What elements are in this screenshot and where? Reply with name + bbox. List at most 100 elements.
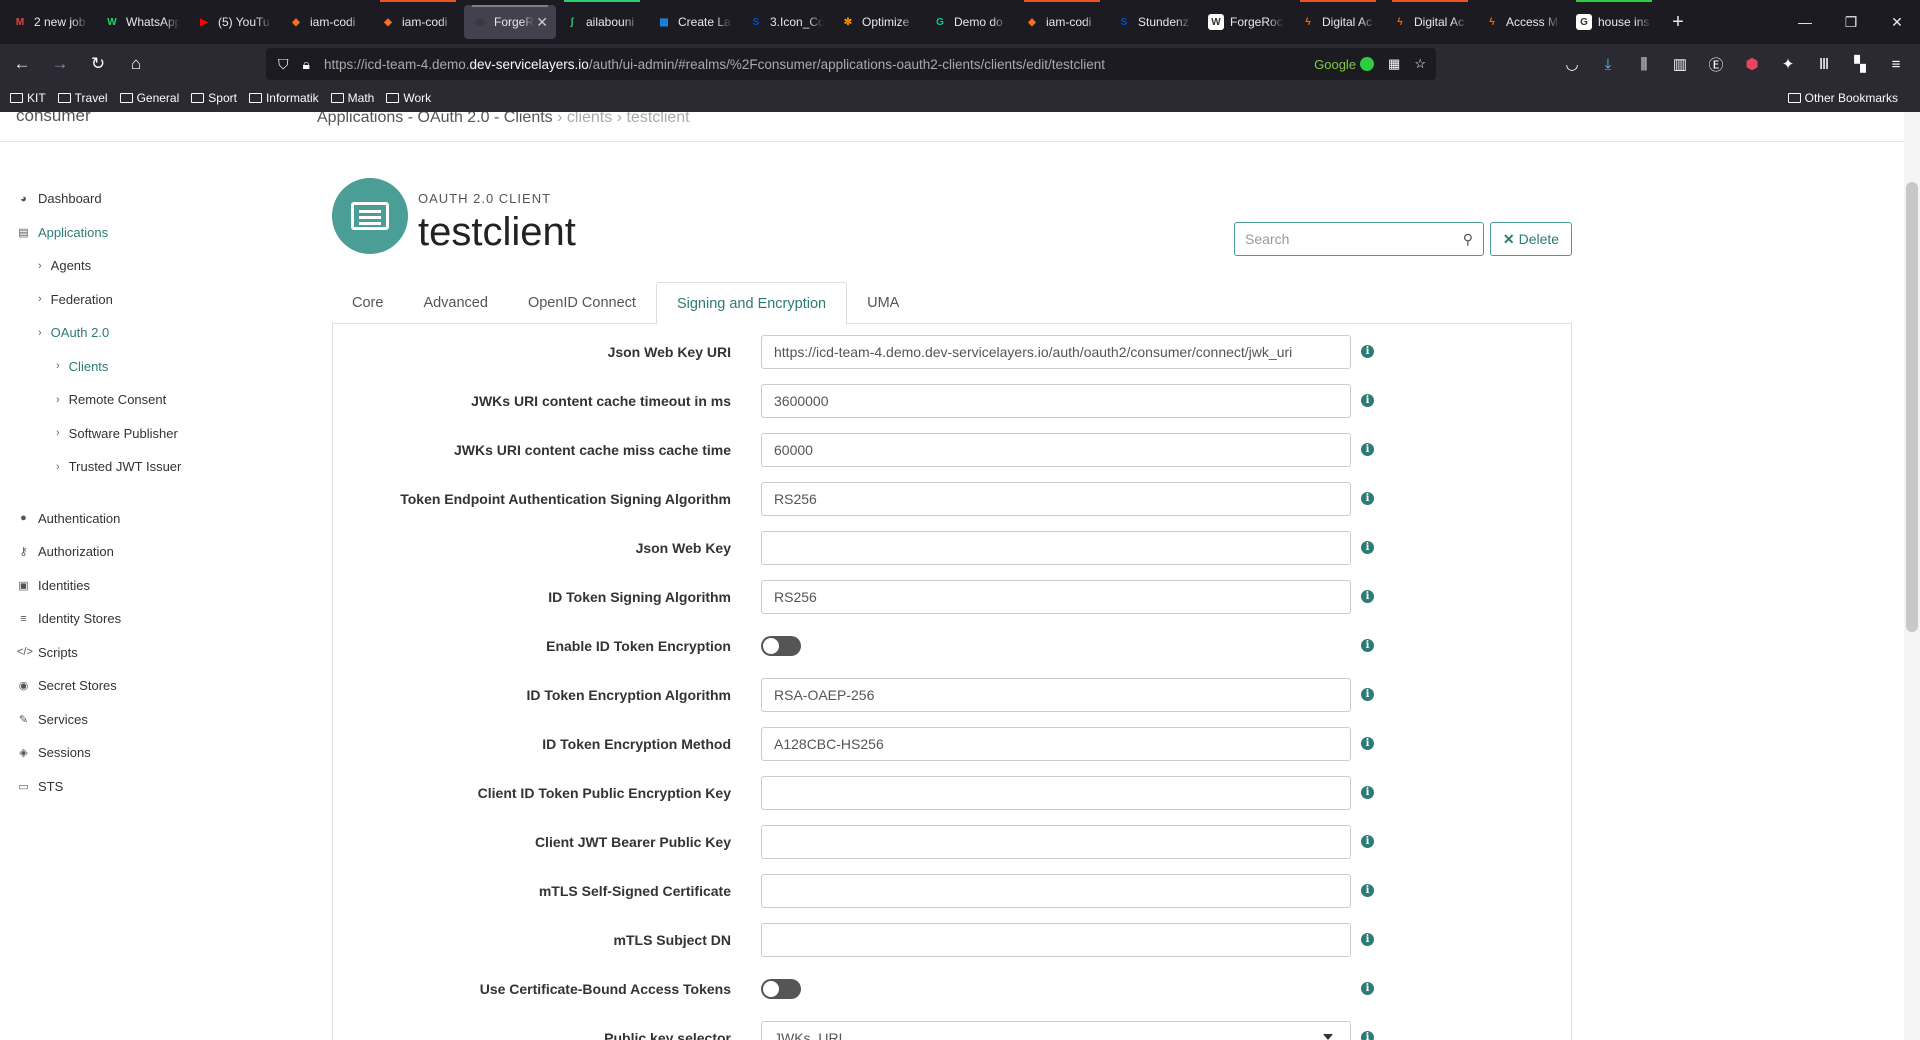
bookmark-star-icon[interactable]: ☆ — [1414, 56, 1426, 72]
tab-uma[interactable]: UMA — [847, 282, 919, 324]
sidebar-item-agents[interactable]: › Agents — [0, 249, 300, 283]
browser-tab[interactable]: ϟ Digital Ac — [1384, 0, 1476, 44]
sidebar-item-software-publisher[interactable]: › Software Publisher — [0, 417, 300, 451]
realm-name[interactable]: consumer — [16, 112, 91, 126]
extensions-icon[interactable]: ▚ — [1844, 48, 1876, 80]
info-icon[interactable]: i — [1361, 737, 1374, 750]
download-icon[interactable]: ⤓ — [1592, 48, 1624, 80]
json-web-key-input[interactable] — [761, 531, 1351, 565]
info-icon[interactable]: i — [1361, 933, 1374, 946]
sidebar-item-sessions[interactable]: ◈ Sessions — [0, 736, 300, 770]
bookmark-folder-math[interactable]: Math — [330, 91, 374, 105]
browser-tab[interactable]: ʃ ailabouni — [556, 0, 648, 44]
browser-tab[interactable]: S Stundenz — [1108, 0, 1200, 44]
client-jwt-bearer-public-key-input[interactable] — [761, 825, 1351, 859]
shield-icon[interactable]: ⛉ — [278, 56, 289, 73]
id-token-signing-algorithm-input[interactable] — [761, 580, 1351, 614]
pocket-icon[interactable]: ◡ — [1556, 48, 1588, 80]
info-icon[interactable]: i — [1361, 982, 1374, 995]
info-icon[interactable]: i — [1361, 1031, 1374, 1040]
browser-tab[interactable]: ◎ ForgeR ✕ — [464, 5, 556, 39]
public-key-selector-select[interactable]: JWKs_URI — [761, 1021, 1351, 1040]
browser-tab[interactable]: ◆ iam-codi — [1016, 0, 1108, 44]
browser-tab[interactable]: ▦ Create La — [648, 0, 740, 44]
browser-tab[interactable]: M 2 new job — [4, 0, 96, 44]
jwks-uri-content-cache-miss-cache-time-input[interactable] — [761, 433, 1351, 467]
tab-signing-and-encryption[interactable]: Signing and Encryption — [655, 282, 848, 325]
browser-tab[interactable]: W WhatsApp — [96, 0, 188, 44]
sidebar-item-secret-stores[interactable]: ◉ Secret Stores — [0, 669, 300, 703]
breadcrumb-root[interactable]: Applications - OAuth 2.0 - Clients — [317, 112, 553, 126]
other-bookmarks[interactable]: Other Bookmarks — [1787, 84, 1898, 112]
lock-icon[interactable]: 🔒︎ — [303, 56, 310, 73]
adblock-icon[interactable]: ⬢ — [1736, 48, 1768, 80]
back-arrow-icon[interactable]: ← — [6, 48, 38, 80]
browser-tab[interactable]: W ForgeRoc — [1200, 0, 1292, 44]
sidebar-toggle-icon[interactable]: ▥ — [1664, 48, 1696, 80]
browser-tab[interactable]: ▶ (5) YouTu — [188, 0, 280, 44]
sidebar-item-authorization[interactable]: ⚷ Authorization — [0, 535, 300, 569]
search-engine-indicator[interactable]: Google — [1314, 57, 1375, 72]
use-certificate-bound-access-tokens-toggle[interactable] — [761, 979, 801, 999]
mtls-subject-dn-input[interactable] — [761, 923, 1351, 957]
bookmark-folder-sport[interactable]: Sport — [191, 91, 237, 105]
tab-core[interactable]: Core — [332, 282, 403, 324]
extension-puzzle-icon[interactable]: ✦ — [1772, 48, 1804, 80]
address-bar[interactable]: ⛉ 🔒︎ https://icd-team-4.demo.dev-service… — [266, 48, 1436, 80]
url-text[interactable]: https://icd-team-4.demo.dev-servicelayer… — [324, 57, 1105, 72]
info-icon[interactable]: i — [1361, 884, 1374, 897]
info-icon[interactable]: i — [1361, 394, 1374, 407]
scroll-thumb[interactable] — [1906, 182, 1918, 632]
menu-hamburger-icon[interactable]: ≡ — [1880, 48, 1912, 80]
browser-tab[interactable]: ϟ Access M — [1476, 0, 1568, 44]
minimize-icon[interactable]: — — [1782, 0, 1828, 44]
sidebar-item-oauth-2-0[interactable]: › OAuth 2.0 — [0, 316, 300, 350]
page-scrollbar[interactable] — [1904, 112, 1920, 1040]
token-endpoint-authentication-signing-algorithm-input[interactable] — [761, 482, 1351, 516]
info-icon[interactable]: i — [1361, 443, 1374, 456]
new-tab-plus-icon[interactable]: + — [1660, 11, 1696, 34]
bookmark-folder-travel[interactable]: Travel — [57, 91, 108, 105]
enable-id-token-encryption-toggle[interactable] — [761, 636, 801, 656]
caret-down-icon[interactable] — [1323, 1034, 1333, 1040]
sidebar-item-services[interactable]: ✎ Services — [0, 703, 300, 737]
info-icon[interactable]: i — [1361, 835, 1374, 848]
browser-tab[interactable]: Ghouse ins — [1568, 0, 1660, 44]
info-icon[interactable]: i — [1361, 786, 1374, 799]
id-token-encryption-method-input[interactable] — [761, 727, 1351, 761]
search-icon[interactable]: ⚲ — [1463, 231, 1473, 248]
client-id-token-public-encryption-key-input[interactable] — [761, 776, 1351, 810]
browser-tab[interactable]: ◆ iam-codi — [372, 0, 464, 44]
bookmark-folder-work[interactable]: Work — [386, 91, 431, 105]
browser-tab[interactable]: G Demo do — [924, 0, 1016, 44]
bookmark-folder-informatik[interactable]: Informatik — [248, 91, 319, 105]
tab-advanced[interactable]: Advanced — [403, 282, 508, 324]
search-box[interactable]: ⚲ — [1234, 222, 1484, 256]
sidebar-item-remote-consent[interactable]: › Remote Consent — [0, 383, 300, 417]
extension-e-icon[interactable]: Ⓔ — [1700, 48, 1732, 80]
sidebar-item-scripts[interactable]: </> Scripts — [0, 636, 300, 670]
sidebar-item-dashboard[interactable]: ◕ Dashboard — [0, 182, 300, 216]
info-icon[interactable]: i — [1361, 345, 1374, 358]
sidebar-item-authentication[interactable]: ● Authentication — [0, 502, 300, 536]
sidebar-item-applications[interactable]: ▤ Applications — [0, 216, 300, 250]
bookmark-folder-kit[interactable]: KIT — [10, 91, 46, 105]
sidebar-item-federation[interactable]: › Federation — [0, 283, 300, 317]
sidebar-item-clients[interactable]: › Clients — [0, 350, 300, 384]
info-icon[interactable]: i — [1361, 590, 1374, 603]
mtls-self-signed-certificate-input[interactable] — [761, 874, 1351, 908]
browser-tab[interactable]: ✻ Optimize — [832, 0, 924, 44]
info-icon[interactable]: i — [1361, 492, 1374, 505]
sidebar-item-identities[interactable]: ▣ Identities — [0, 569, 300, 603]
json-web-key-uri-input[interactable] — [761, 335, 1351, 369]
close-window-icon[interactable]: ✕ — [1874, 0, 1920, 44]
sidebar-item-trusted-jwt-issuer[interactable]: › Trusted JWT Issuer — [0, 450, 300, 484]
browser-tab[interactable]: ϟ Digital Ac — [1292, 0, 1384, 44]
bookmark-folder-general[interactable]: General — [119, 91, 179, 105]
home-icon[interactable]: ⌂ — [120, 48, 152, 80]
search-input[interactable] — [1245, 231, 1463, 247]
reload-icon[interactable]: ↻ — [82, 48, 114, 80]
tab-openid-connect[interactable]: OpenID Connect — [508, 282, 656, 324]
info-icon[interactable]: i — [1361, 541, 1374, 554]
browser-tab[interactable]: S 3.Icon_Co — [740, 0, 832, 44]
